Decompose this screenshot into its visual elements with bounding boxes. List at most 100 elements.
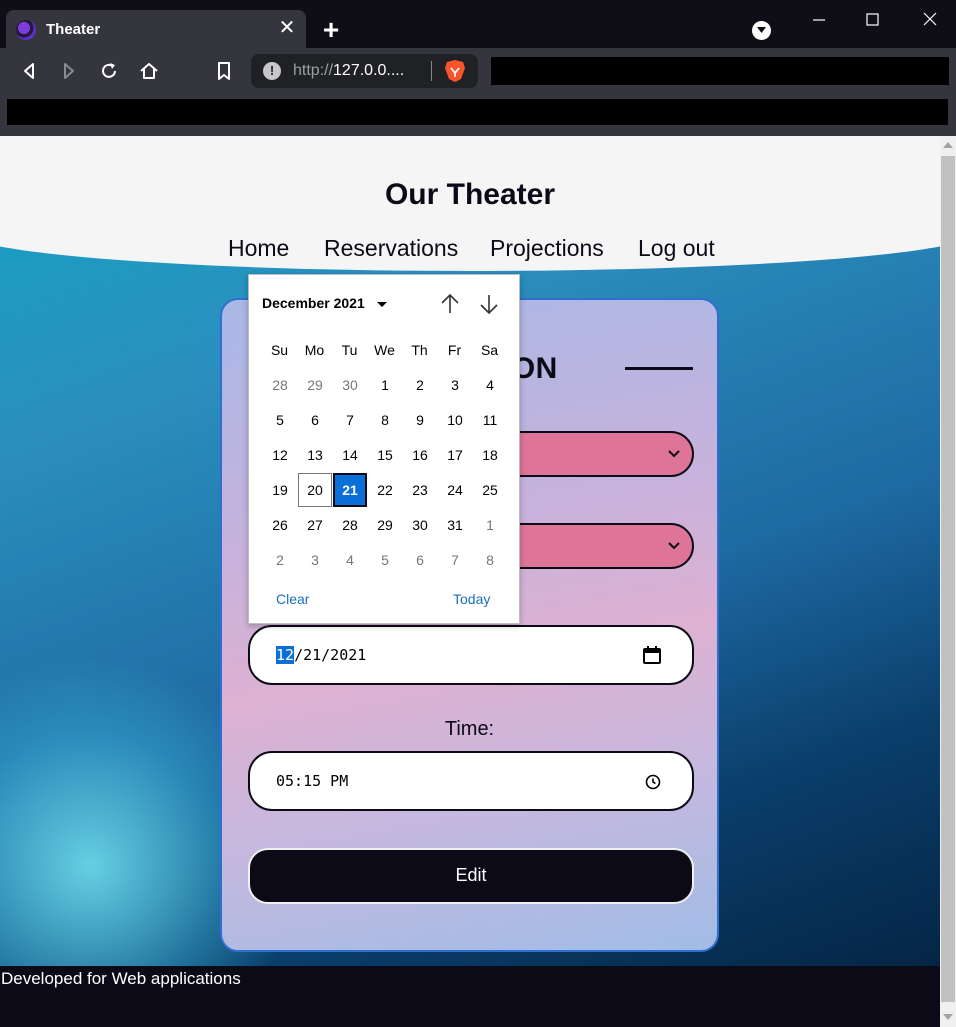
home-icon[interactable] [138,60,160,82]
calendar-day[interactable]: 14 [333,438,367,472]
calendar-day[interactable]: 30 [403,508,437,542]
calendar-day[interactable]: 8 [473,543,507,577]
calendar-day[interactable]: 29 [298,368,332,402]
calendar-day[interactable]: 23 [403,473,437,507]
page-scrollbar[interactable] [940,136,956,1027]
forward-icon[interactable] [58,60,80,82]
nav-reservations[interactable]: Reservations [324,235,458,262]
footer-text: Developed for Web applications [1,969,241,988]
bookmarks-bar [0,94,956,136]
calendar-day[interactable]: 30 [333,368,367,402]
month-year-selector[interactable]: December 2021 [262,295,365,311]
calendar-day[interactable]: 19 [263,473,297,507]
previous-month-arrow-icon[interactable] [438,292,462,316]
calendar-day[interactable]: 28 [333,508,367,542]
nav-projections[interactable]: Projections [490,235,604,262]
browser-toolbar: ! http://127.0.0.... [0,48,956,94]
calendar-day[interactable]: 17 [438,438,472,472]
calendar-day[interactable]: 31 [438,508,472,542]
calendar-day[interactable]: 22 [368,473,402,507]
date-input[interactable]: 12/21/2021 [248,625,694,685]
calendar-day[interactable]: 8 [368,403,402,437]
calendar-day[interactable]: 10 [438,403,472,437]
maximize-icon[interactable] [858,8,888,32]
calendar-day[interactable]: 6 [403,543,437,577]
reload-icon[interactable] [98,60,120,82]
scrollbar-thumb[interactable] [941,156,955,1002]
calendar-day[interactable]: 1 [473,508,507,542]
time-input[interactable]: 05:15 PM [248,751,694,811]
calendar-day[interactable]: 15 [368,438,402,472]
calendar-day[interactable]: 2 [263,543,297,577]
calendar-day[interactable]: 5 [263,403,297,437]
weekday-label: Sa [480,342,499,358]
today-link[interactable]: Today [453,591,490,607]
calendar-day[interactable]: 20 [298,473,332,507]
url-divider [431,61,432,81]
minimize-icon[interactable] [804,8,834,32]
calendar-day[interactable]: 2 [403,368,437,402]
calendar-day[interactable]: 13 [298,438,332,472]
calendar-day[interactable]: 5 [368,543,402,577]
chevron-down-icon [668,542,680,550]
calendar-day[interactable]: 6 [298,403,332,437]
calendar-day[interactable]: 3 [438,368,472,402]
new-tab-button[interactable]: + [318,16,344,44]
url-text: http://127.0.0.... [293,62,405,79]
scroll-up-icon[interactable] [943,142,953,148]
clock-icon[interactable] [644,773,662,791]
calendar-day[interactable]: 4 [473,368,507,402]
edit-button[interactable]: Edit [248,848,694,904]
weekday-label: Su [270,342,289,358]
redacted-toolbar-area [491,57,949,85]
calendar-day[interactable]: 7 [333,403,367,437]
calendar-day[interactable]: 25 [473,473,507,507]
clear-date-link[interactable]: Clear [276,591,309,607]
calendar-day[interactable]: 24 [438,473,472,507]
address-bar[interactable]: ! http://127.0.0.... [251,54,478,88]
date-picker-popup: December 2021 Su Mo Tu We Th Fr Sa 28 29 30 1 2 3 4 5… [248,274,520,624]
time-value: 05:15 PM [276,772,349,790]
calendar-day[interactable]: 12 [263,438,297,472]
chevron-down-icon [668,450,680,458]
nav-home[interactable]: Home [228,235,289,262]
brave-shields-icon[interactable] [444,59,466,83]
weekday-label: We [374,342,395,358]
window-close-icon[interactable] [915,8,945,32]
calendar-day[interactable]: 9 [403,403,437,437]
browser-tab-bar: Theater ✕ + [0,0,956,48]
redacted-bookmarks [7,99,948,125]
next-month-arrow-icon[interactable] [477,292,501,316]
site-title: Our Theater [384,178,556,211]
calendar-icon[interactable] [642,645,662,665]
month-dropdown-caret-icon[interactable] [377,302,387,307]
calendar-day[interactable]: 11 [473,403,507,437]
back-icon[interactable] [18,60,40,82]
calendar-day[interactable]: 29 [368,508,402,542]
calendar-day[interactable]: 4 [333,543,367,577]
weekday-label: Tu [341,342,358,358]
weekday-label: Th [411,342,428,358]
calendar-day[interactable]: 21 [333,473,367,507]
calendar-day[interactable]: 1 [368,368,402,402]
calendar-day[interactable]: 18 [473,438,507,472]
time-label: Time: [444,718,495,740]
calendar-day[interactable]: 7 [438,543,472,577]
weekday-label: Fr [447,342,462,358]
site-info-icon[interactable]: ! [263,62,281,80]
calendar-day[interactable]: 16 [403,438,437,472]
calendar-day[interactable]: 3 [298,543,332,577]
weekday-label: Mo [304,342,325,358]
date-value: 12/21/2021 [276,646,367,664]
bookmark-icon[interactable] [213,60,235,82]
calendar-day[interactable]: 28 [263,368,297,402]
profile-menu-icon[interactable] [752,21,771,40]
tab-title: Theater [46,21,101,38]
browser-tab[interactable]: Theater ✕ [6,10,306,48]
calendar-day[interactable]: 27 [298,508,332,542]
scroll-down-icon[interactable] [943,1014,953,1020]
calendar-day[interactable]: 26 [263,508,297,542]
tab-close-icon[interactable]: ✕ [276,17,298,39]
tab-favicon-icon [16,20,36,40]
nav-log-out[interactable]: Log out [638,235,715,262]
